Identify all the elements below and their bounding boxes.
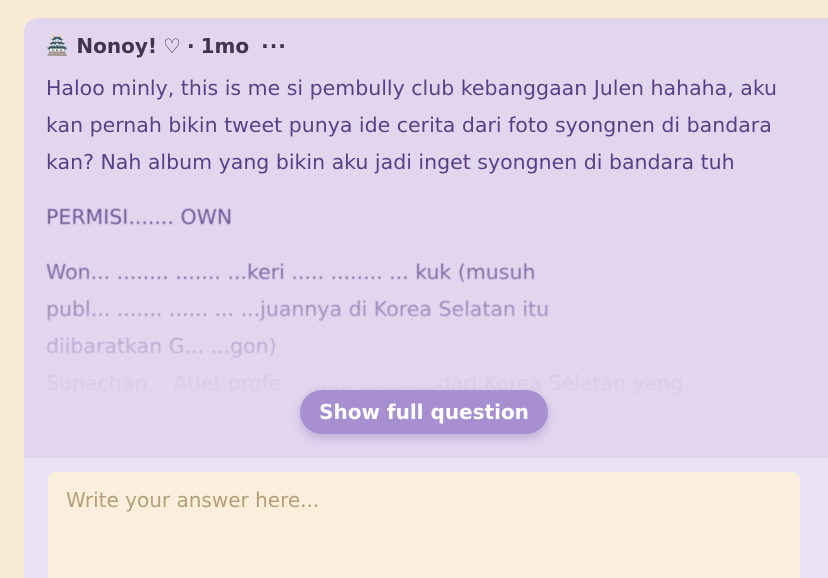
- faded-line: diibaratkan G... ...gon): [46, 334, 277, 358]
- separator: ·: [186, 34, 195, 58]
- question-card: 🏯 Nonoy! ♡ · 1mo ··· Haloo minly, this i…: [24, 18, 828, 578]
- faded-line: publ... ....... ...... ... ...juannya di…: [46, 297, 550, 321]
- pagoda-icon: 🏯: [46, 35, 69, 57]
- more-options-icon[interactable]: ···: [261, 34, 287, 58]
- timestamp: 1mo: [200, 34, 250, 58]
- answer-input[interactable]: Write your answer here...: [48, 472, 800, 578]
- answer-section: Write your answer here...: [24, 458, 828, 578]
- show-full-question-button[interactable]: Show full question: [300, 390, 548, 434]
- question-paragraph: Haloo minly, this is me si pembully club…: [46, 76, 778, 174]
- faded-line: PERMISI....... OWN: [46, 205, 233, 229]
- heart-icon: ♡: [163, 34, 181, 58]
- faded-line: Won... ........ ....... ...keri ..... ..…: [46, 260, 536, 284]
- question-header: 🏯 Nonoy! ♡ · 1mo ···: [46, 34, 287, 58]
- author-name[interactable]: Nonoy!: [76, 34, 157, 58]
